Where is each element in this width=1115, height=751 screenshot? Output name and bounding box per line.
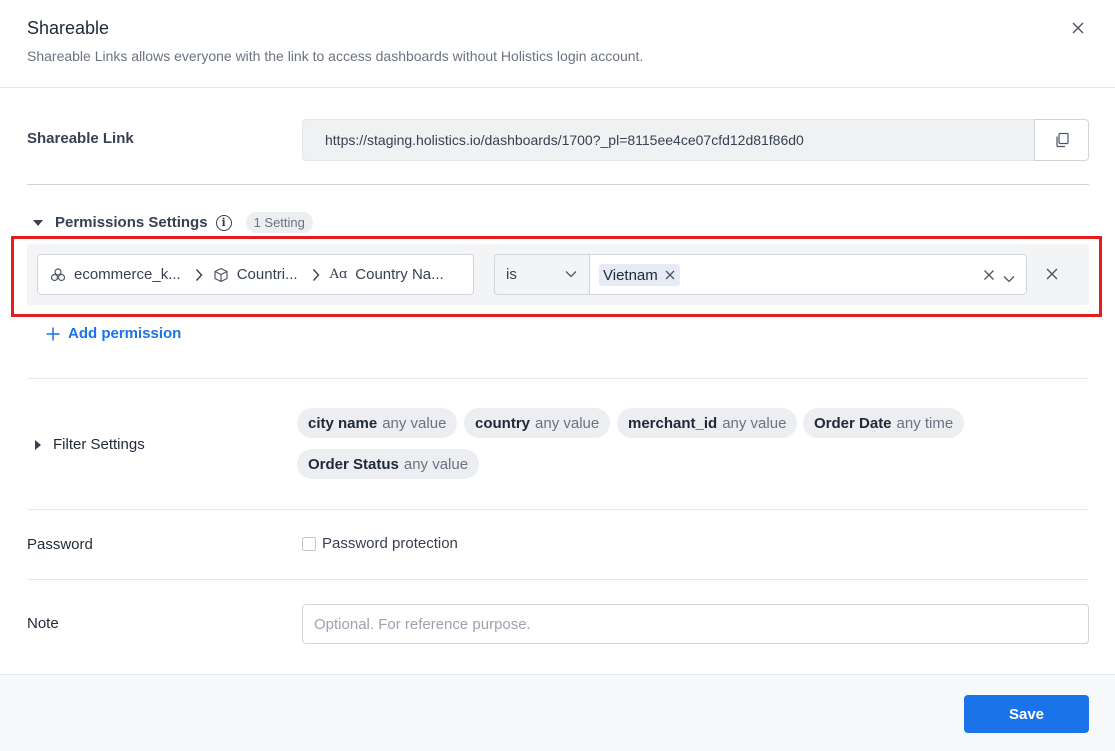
filter-chip-value: any time: [896, 414, 954, 432]
filter-settings-title: Filter Settings: [53, 436, 145, 453]
divider: [27, 509, 1089, 510]
filter-settings-toggle[interactable]: Filter Settings: [35, 436, 145, 453]
divider: [27, 378, 1089, 379]
save-button[interactable]: Save: [964, 695, 1089, 733]
filter-chip-name: Order Date: [814, 414, 892, 432]
filter-chip[interactable]: city name any value: [297, 408, 458, 438]
modal-header: Shareable Shareable Links allows everyon…: [0, 0, 1115, 88]
permissions-settings-toggle[interactable]: Permissions Settings i 1 Setting: [33, 212, 313, 233]
caret-right-icon: [35, 439, 41, 450]
note-label: Note: [27, 615, 59, 632]
filter-chip-value: any value: [403, 455, 469, 473]
filter-chip[interactable]: merchant_id any value: [617, 408, 798, 438]
caret-down-icon: [33, 219, 43, 226]
checkbox-box[interactable]: [302, 536, 316, 551]
shareable-link-field[interactable]: https://staging.holistics.io/dashboards/…: [302, 119, 1035, 161]
filter-chip[interactable]: country any value: [464, 408, 611, 438]
filter-chip-value: any value: [722, 414, 787, 432]
filter-chip-name: city name: [308, 414, 378, 432]
divider: [27, 579, 1089, 580]
divider: [27, 184, 1089, 185]
filter-chip-value: any value: [382, 414, 447, 432]
copy-icon: [1055, 132, 1069, 148]
info-icon[interactable]: i: [215, 214, 232, 231]
modal-subtitle: Shareable Links allows everyone with the…: [27, 48, 644, 64]
highlight-box: [11, 236, 1102, 317]
shareable-link-label: Shareable Link: [27, 130, 134, 147]
filter-chip[interactable]: Order Date any time: [803, 408, 965, 438]
close-icon[interactable]: [1068, 18, 1088, 38]
modal-footer: [0, 674, 1115, 751]
filter-chip[interactable]: Order Status any value: [297, 449, 480, 479]
password-label: Password: [27, 536, 93, 553]
copy-link-button[interactable]: [1034, 119, 1089, 161]
filter-chip-name: merchant_id: [628, 414, 718, 432]
password-protection-label: Password protection: [322, 535, 458, 552]
permissions-count-badge: 1 Setting: [245, 212, 313, 233]
modal-title: Shareable: [27, 18, 110, 38]
add-permission-label: Add permission: [68, 325, 182, 342]
add-permission-button[interactable]: Add permission: [46, 325, 181, 342]
password-protection-checkbox[interactable]: Password protection: [302, 535, 458, 552]
filter-chip-name: Order Status: [308, 455, 399, 473]
filter-chip-value: any value: [535, 414, 600, 432]
filter-chip-name: country: [475, 414, 531, 432]
plus-icon: [46, 327, 60, 340]
note-input[interactable]: [302, 604, 1089, 644]
permissions-settings-title: Permissions Settings: [55, 214, 208, 231]
